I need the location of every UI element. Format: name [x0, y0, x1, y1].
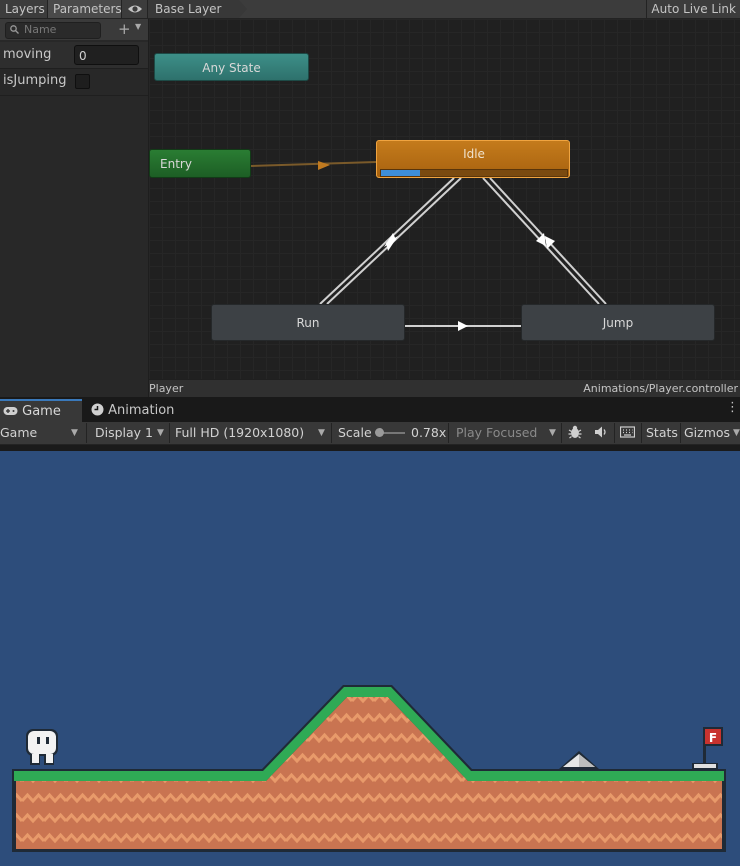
toolbar-separator [331, 423, 332, 443]
scale-value: 0.78x [411, 425, 447, 440]
chevron-down-icon: ▼ [71, 428, 78, 438]
play-mode-label: Play Focused [456, 425, 538, 440]
resolution-dropdown-label: Full HD (1920x1080) [175, 425, 305, 440]
play-mode-dropdown[interactable]: Play Focused [456, 422, 537, 444]
view-dropdown-label: Game [0, 425, 38, 440]
display-dropdown-label: Display 1 [95, 425, 154, 440]
display-dropdown[interactable]: Display 1 [95, 422, 153, 444]
state-run[interactable]: Run [211, 304, 405, 341]
idle-progress-fill [381, 170, 421, 176]
chevron-down-icon: ▼ [733, 428, 740, 438]
keyboard-icon[interactable] [619, 422, 636, 444]
transition-arrow-icon [458, 321, 468, 331]
tab-animation-label: Animation [108, 403, 175, 418]
animator-status-bar: Player Animations/Player.controller [149, 379, 740, 398]
scale-slider-handle[interactable] [375, 428, 384, 437]
status-controller-path: Animations/Player.controller [583, 382, 738, 395]
toolbar-separator [448, 423, 449, 443]
toolbar-separator [641, 423, 642, 443]
toolbar-separator [680, 423, 681, 443]
state-jump[interactable]: Jump [521, 304, 715, 341]
animation-clock-icon [91, 403, 108, 418]
state-idle[interactable]: Idle [376, 140, 570, 178]
toolbar-separator [169, 423, 170, 443]
scale-label: Scale [338, 425, 372, 440]
goal-flag: F [692, 727, 723, 769]
state-any-state[interactable]: Any State [154, 53, 309, 81]
toolbar-separator [614, 423, 615, 443]
toolbar-separator [86, 423, 87, 443]
resolution-dropdown[interactable]: Full HD (1920x1080) [175, 422, 304, 444]
gamepad-icon [3, 404, 22, 419]
transition-arrow-icon [318, 161, 330, 170]
chevron-down-icon: ▼ [318, 428, 325, 438]
state-idle-label: Idle [463, 147, 485, 161]
game-scene: F [12, 685, 726, 852]
chevron-down-icon: ▼ [157, 428, 164, 438]
tab-game[interactable]: Game [0, 399, 82, 422]
transition-entry-idle[interactable] [250, 161, 377, 167]
state-entry[interactable]: Entry [149, 149, 251, 178]
transition-idle-run[interactable] [319, 177, 455, 305]
transition-arrow-icon [536, 233, 546, 246]
idle-progress-bar [380, 169, 568, 177]
more-icon[interactable]: ⋮ [726, 400, 739, 415]
stats-button[interactable]: Stats [646, 422, 678, 444]
audio-icon[interactable] [594, 422, 608, 444]
flag-letter: F [709, 731, 717, 745]
tab-game-label: Game [22, 404, 61, 419]
chevron-down-icon: ▼ [549, 428, 556, 438]
tab-animation[interactable]: Animation [91, 399, 174, 422]
view-dropdown[interactable]: Game [0, 422, 37, 444]
bug-icon[interactable] [567, 422, 583, 444]
spike-obstacle [559, 751, 599, 769]
gizmos-button[interactable]: Gizmos [684, 422, 730, 444]
toolbar-separator [561, 423, 562, 443]
player-character [26, 729, 58, 765]
status-object-name: Player [149, 382, 184, 395]
